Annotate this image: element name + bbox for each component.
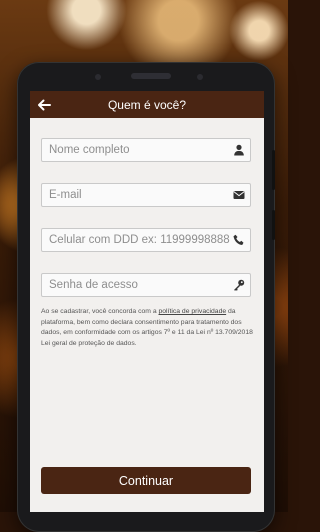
phone-camera [197, 74, 203, 80]
password-field[interactable] [41, 273, 251, 297]
privacy-policy-link[interactable]: política de privacidade [159, 308, 227, 315]
email-field[interactable] [41, 183, 251, 207]
app-header: Quem é você? [30, 91, 264, 118]
terms-text-start: Ao se cadastrar, você concorda com a [41, 308, 159, 315]
app-screen: Quem é você? Ao se cadastrar, voc [30, 91, 264, 512]
key-icon [234, 279, 245, 291]
phone-sensor [95, 74, 101, 80]
envelope-icon [233, 191, 245, 199]
phone-side-button [272, 150, 275, 190]
name-input[interactable] [42, 139, 222, 161]
phone-field[interactable] [41, 228, 251, 252]
name-field[interactable] [41, 138, 251, 162]
page-title: Quem é você? [107, 97, 187, 112]
phone-icon [233, 234, 244, 245]
user-icon [234, 144, 244, 156]
phone-side-button [272, 210, 275, 240]
password-input[interactable] [42, 274, 222, 296]
continue-button[interactable]: Continuar [41, 467, 251, 494]
phone-input[interactable] [42, 229, 232, 251]
privacy-terms-text: Ao se cadastrar, você concorda com a pol… [41, 307, 255, 349]
email-input[interactable] [42, 184, 222, 206]
phone-speaker [131, 73, 171, 79]
back-arrow-icon[interactable] [36, 97, 52, 113]
